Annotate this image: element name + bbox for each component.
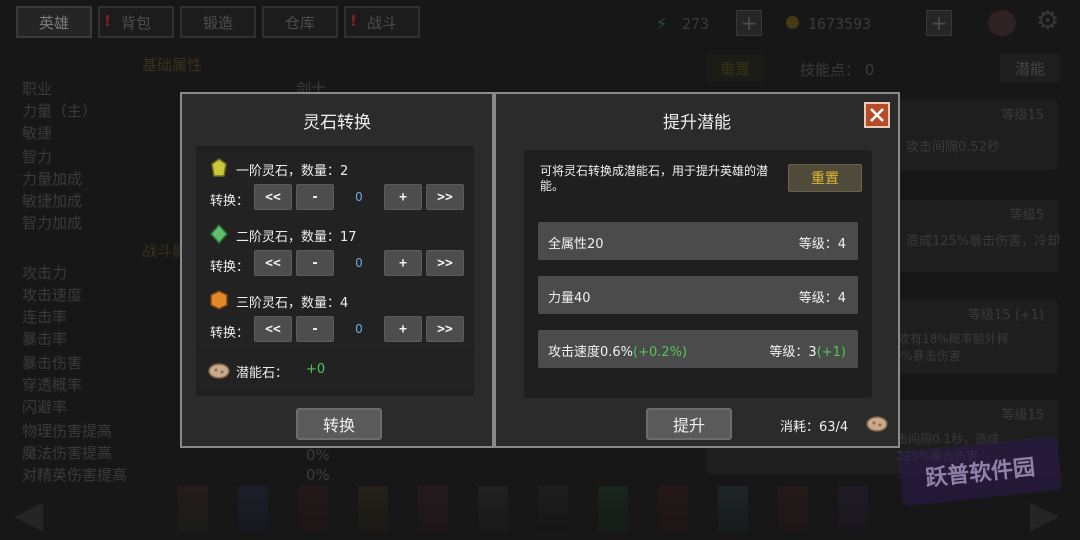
potential-stone-gain: +0 — [306, 362, 326, 377]
decrease-all-button[interactable]: << — [254, 316, 292, 342]
convert-amount: 0 — [355, 322, 363, 336]
decrease-button[interactable]: - — [296, 184, 334, 210]
convert-amount: 0 — [355, 256, 363, 270]
potential-stone-icon — [208, 363, 230, 379]
stone-conversion-title: 灵石转换 — [303, 113, 371, 133]
gem-row-1: 一阶灵石，数量：2 转换： << - 0 + >> — [196, 152, 474, 218]
decrease-button[interactable]: - — [296, 316, 334, 342]
increase-all-button[interactable]: >> — [426, 316, 464, 342]
attribute-level: 等级：4 — [798, 237, 846, 252]
gem-row-3: 三阶灵石，数量：4 转换： << - 0 + >> — [196, 284, 474, 350]
convert-button[interactable]: 转换 — [296, 408, 382, 440]
potential-stone-label: 潜能石： — [236, 366, 289, 381]
attribute-row: 全属性20 等级：4 — [538, 222, 858, 260]
decrease-all-button[interactable]: << — [254, 184, 292, 210]
gem-name: 一阶灵石，数量：2 — [236, 164, 349, 179]
attribute-name: 攻击速度0.6%(+0.2%) — [548, 345, 688, 360]
potential-list: 可将灵石转换成潜能石，用于提升英雄的潜能。 重置 全属性20 等级：4 力量40… — [524, 150, 872, 398]
increase-all-button[interactable]: >> — [426, 184, 464, 210]
tier3-gem-icon — [210, 290, 228, 310]
gem-name: 三阶灵石，数量：4 — [236, 296, 349, 311]
decrease-button[interactable]: - — [296, 250, 334, 276]
attribute-row: 攻击速度0.6%(+0.2%) 等级：3(+1) — [538, 330, 858, 368]
increase-button[interactable]: + — [384, 250, 422, 276]
attribute-level: 等级：3(+1) — [769, 345, 846, 360]
reset-button[interactable]: 重置 — [788, 164, 862, 192]
increase-button[interactable]: + — [384, 316, 422, 342]
gem-row-2: 二阶灵石，数量：17 转换： << - 0 + >> — [196, 218, 474, 284]
close-button[interactable] — [864, 102, 890, 128]
attribute-name: 力量40 — [548, 291, 591, 306]
convert-amount: 0 — [355, 190, 363, 204]
close-icon — [870, 108, 884, 122]
gem-list: 一阶灵石，数量：2 转换： << - 0 + >> 二阶灵石，数量：17 转换：… — [196, 146, 474, 396]
convert-label: 转换： — [210, 260, 250, 275]
upgrade-cost: 消耗：63/4 — [780, 420, 849, 435]
potential-stone-row: 潜能石： +0 — [196, 352, 474, 390]
tier2-gem-icon — [210, 224, 228, 244]
decrease-all-button[interactable]: << — [254, 250, 292, 276]
attribute-name: 全属性20 — [548, 237, 604, 252]
gem-name: 二阶灵石，数量：17 — [236, 230, 357, 245]
attribute-level: 等级：4 — [798, 291, 846, 306]
convert-label: 转换： — [210, 194, 250, 209]
upgrade-potential-panel: 提升潜能 可将灵石转换成潜能石，用于提升英雄的潜能。 重置 全属性20 等级：4… — [494, 92, 900, 448]
upgrade-potential-title: 提升潜能 — [663, 113, 731, 133]
increase-button[interactable]: + — [384, 184, 422, 210]
potential-stone-icon — [866, 416, 888, 432]
increase-all-button[interactable]: >> — [426, 250, 464, 276]
attribute-row: 力量40 等级：4 — [538, 276, 858, 314]
convert-label: 转换： — [210, 326, 250, 341]
potential-description: 可将灵石转换成潜能石，用于提升英雄的潜能。 — [540, 164, 769, 193]
upgrade-button[interactable]: 提升 — [646, 408, 732, 440]
tier1-gem-icon — [211, 158, 227, 177]
stone-conversion-panel: 灵石转换 一阶灵石，数量：2 转换： << - 0 + >> 二阶灵石，数量：1… — [180, 92, 494, 448]
